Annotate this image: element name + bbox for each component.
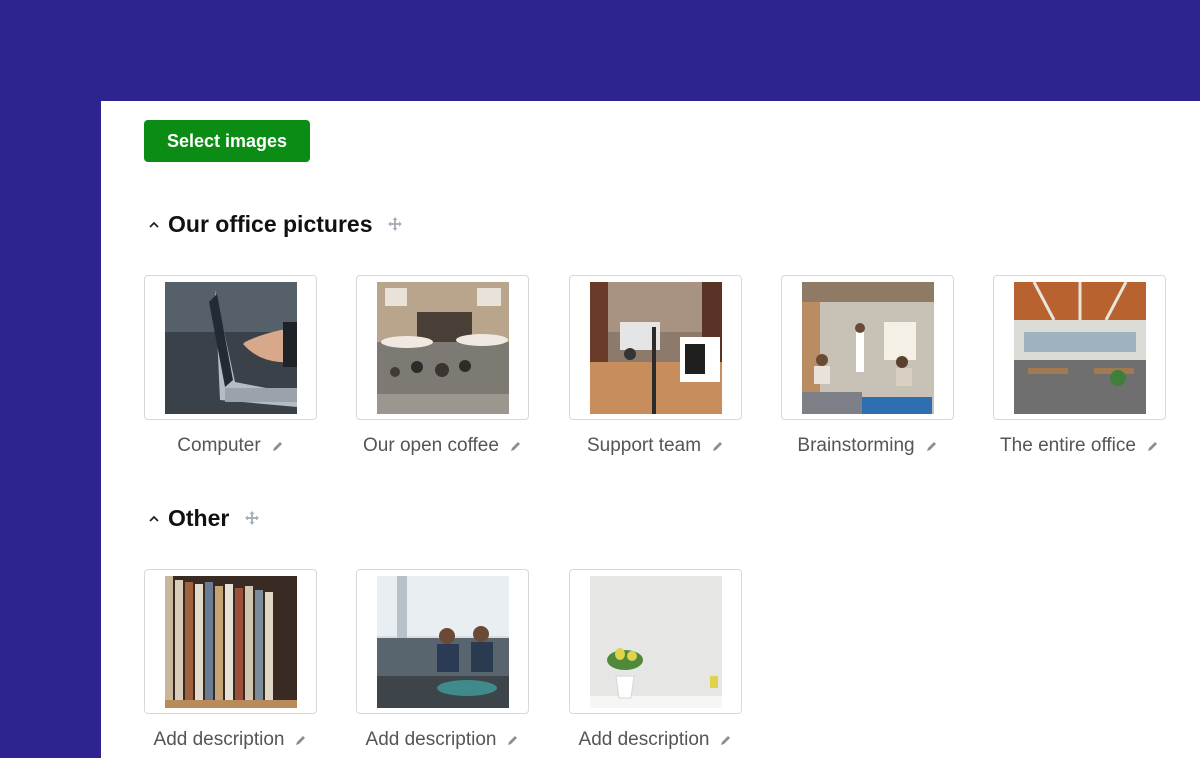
image-card: Our open coffee bbox=[356, 275, 529, 457]
pencil-icon[interactable] bbox=[294, 734, 307, 747]
caption-text[interactable]: Brainstorming bbox=[797, 435, 914, 457]
image-caption: Add description bbox=[356, 729, 529, 751]
chevron-up-icon[interactable] bbox=[146, 510, 162, 526]
pencil-icon[interactable] bbox=[925, 440, 938, 453]
caption-text[interactable]: Computer bbox=[177, 435, 260, 457]
image-card: The entire office bbox=[993, 275, 1166, 457]
caption-text[interactable]: Support team bbox=[587, 435, 701, 457]
image-card: Add description bbox=[144, 569, 317, 751]
pencil-icon[interactable] bbox=[711, 440, 724, 453]
group-header-office: Our office pictures bbox=[146, 209, 404, 239]
image-caption: Brainstorming bbox=[781, 435, 954, 457]
group-header-other: Other bbox=[146, 503, 261, 533]
records-shelf-photo[interactable] bbox=[144, 569, 317, 714]
image-caption: Add description bbox=[144, 729, 317, 751]
pencil-icon[interactable] bbox=[719, 734, 732, 747]
chevron-up-icon[interactable] bbox=[146, 216, 162, 232]
image-caption: Computer bbox=[144, 435, 317, 457]
image-card: Add description bbox=[569, 569, 742, 751]
cafe-terrace-photo[interactable] bbox=[356, 275, 529, 420]
group-title: Our office pictures bbox=[168, 210, 373, 237]
image-caption: Our open coffee bbox=[356, 435, 529, 457]
image-card: Brainstorming bbox=[781, 275, 954, 457]
caption-text[interactable]: The entire office bbox=[1000, 435, 1136, 457]
caption-text[interactable]: Our open coffee bbox=[363, 435, 499, 457]
open-office-photo[interactable] bbox=[569, 275, 742, 420]
pencil-icon[interactable] bbox=[271, 440, 284, 453]
caption-text[interactable]: Add description bbox=[366, 729, 497, 751]
image-card: Add description bbox=[356, 569, 529, 751]
image-caption: Add description bbox=[569, 729, 742, 751]
sofa-meeting-photo[interactable] bbox=[356, 569, 529, 714]
group-title: Other bbox=[168, 504, 230, 531]
image-card: Computer bbox=[144, 275, 317, 457]
plant-pot-photo[interactable] bbox=[569, 569, 742, 714]
image-caption: The entire office bbox=[993, 435, 1166, 457]
select-images-button[interactable]: Select images bbox=[144, 120, 310, 162]
pencil-icon[interactable] bbox=[506, 734, 519, 747]
move-icon[interactable] bbox=[386, 215, 404, 233]
office-hall-photo[interactable] bbox=[993, 275, 1166, 420]
move-icon[interactable] bbox=[243, 509, 261, 527]
caption-text[interactable]: Add description bbox=[154, 729, 285, 751]
laptop-photo[interactable] bbox=[144, 275, 317, 420]
image-caption: Support team bbox=[569, 435, 742, 457]
meeting-photo[interactable] bbox=[781, 275, 954, 420]
gallery-panel: Select images Our office pictures Comput… bbox=[101, 101, 1200, 758]
image-card: Support team bbox=[569, 275, 742, 457]
pencil-icon[interactable] bbox=[1146, 440, 1159, 453]
caption-text[interactable]: Add description bbox=[579, 729, 710, 751]
pencil-icon[interactable] bbox=[509, 440, 522, 453]
